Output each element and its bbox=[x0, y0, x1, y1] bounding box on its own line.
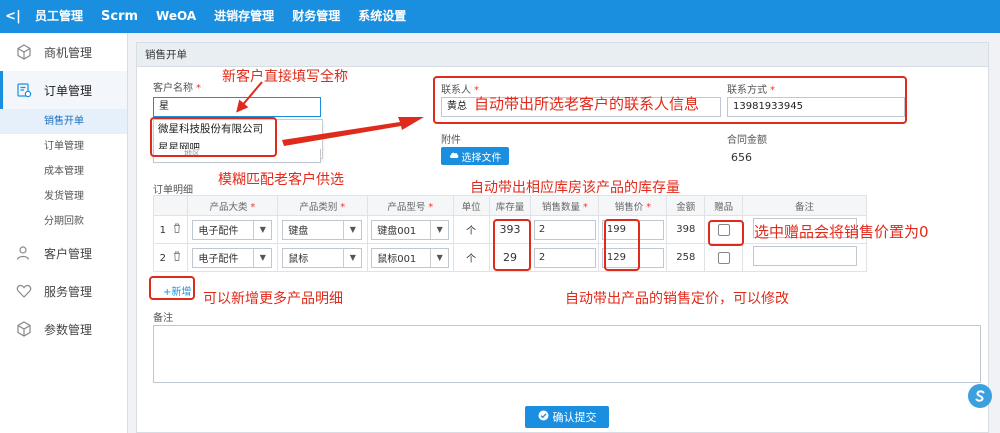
arrow-to-contact bbox=[282, 117, 424, 146]
floating-helper-icon[interactable] bbox=[968, 384, 992, 408]
arrow-new-customer bbox=[236, 81, 263, 113]
annotation-arrows bbox=[236, 81, 424, 146]
